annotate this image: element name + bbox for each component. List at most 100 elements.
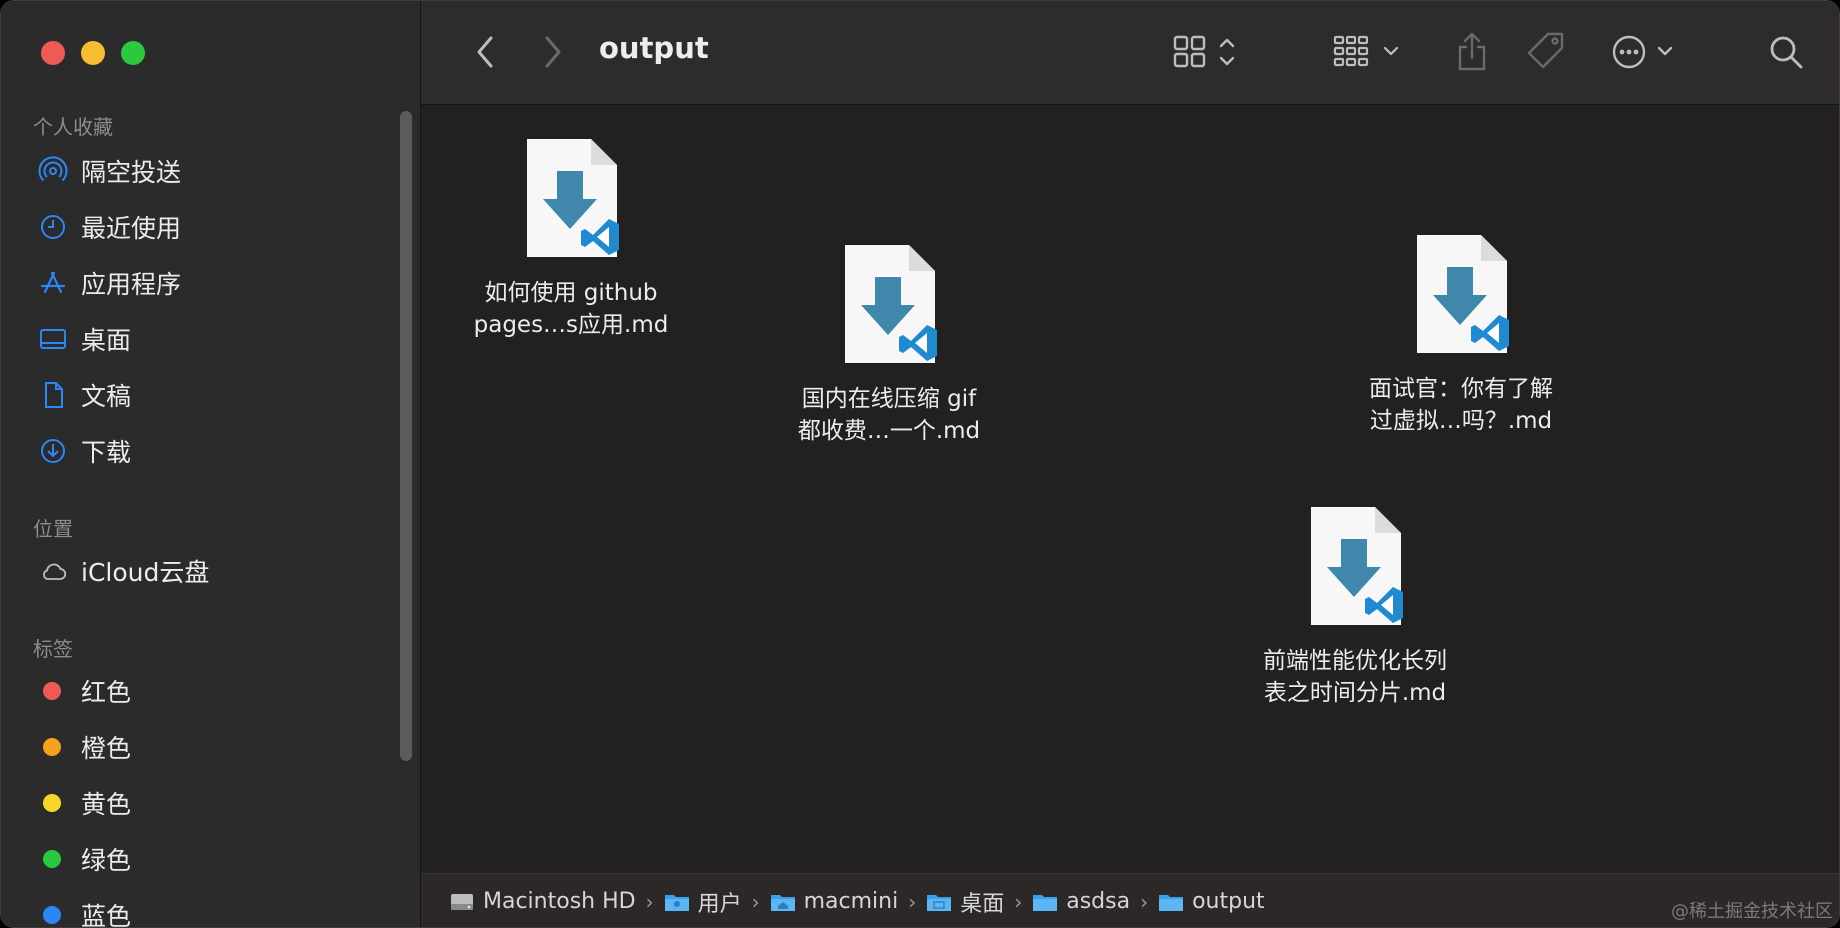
folder-icon: [1159, 894, 1184, 911]
minimize-window-button[interactable]: [81, 41, 105, 65]
airdrop-icon: [37, 155, 69, 187]
path-item-output[interactable]: output: [1158, 889, 1265, 914]
file-item[interactable]: 前端性能优化长列 表之时间分片.md: [1235, 503, 1475, 709]
file-item[interactable]: 面试官：你有了解 过虚拟…吗？.md: [1341, 231, 1581, 437]
cloud-icon: [37, 555, 69, 587]
sidebar-item-label: 绿色: [81, 846, 132, 875]
sidebar-item-label: 下载: [81, 438, 132, 467]
path-item-label: output: [1192, 889, 1265, 914]
forward-button[interactable]: [533, 29, 573, 75]
file-item[interactable]: 国内在线压缩 gif 都收费…一个.md: [769, 241, 1009, 447]
sidebar-tag-green[interactable]: 绿色: [37, 837, 377, 881]
markdown-file-icon: [1301, 503, 1409, 631]
file-item[interactable]: 如何使用 github pages…s应用.md: [451, 135, 691, 341]
icon-grid-view-icon: [1173, 35, 1235, 68]
sidebar-item-label: 红色: [81, 678, 132, 707]
sidebar-item-label: 黄色: [81, 790, 132, 819]
maximize-window-button[interactable]: [121, 41, 145, 65]
sidebar-tag-orange[interactable]: 橙色: [37, 725, 377, 769]
path-item-label: 用户: [697, 891, 742, 917]
tag-yellow-dot-icon: [43, 794, 61, 812]
folder-users-icon: [664, 894, 689, 911]
path-item-asdsa[interactable]: asdsa: [1032, 889, 1130, 914]
group-icon: [1333, 35, 1399, 67]
download-icon: [37, 435, 69, 467]
sidebar-item-downloads[interactable]: 下载: [37, 429, 377, 473]
toolbar: output: [421, 1, 1839, 105]
sidebar-item-label: 蓝色: [81, 902, 132, 928]
path-separator: ›: [1140, 889, 1149, 914]
path-item-macintosh-hd[interactable]: Macintosh HD: [449, 889, 636, 914]
path-item-label: asdsa: [1066, 889, 1131, 914]
sidebar-tag-blue[interactable]: 蓝色: [37, 893, 377, 928]
search-button[interactable]: [1761, 29, 1811, 75]
path-item-users[interactable]: 用户: [664, 886, 742, 918]
tag-green-dot-icon: [43, 850, 61, 868]
folder-desktop-icon: [927, 894, 952, 911]
sidebar-item-airdrop[interactable]: 隔空投送: [37, 149, 377, 193]
chevron-right-icon: [545, 36, 561, 68]
sidebar-item-documents[interactable]: 文稿: [37, 373, 377, 417]
path-item-label: Macintosh HD: [483, 889, 636, 914]
sidebar-item-recents[interactable]: 最近使用: [37, 205, 377, 249]
tag-red-dot-icon: [43, 682, 61, 700]
tag-blue-dot-icon: [43, 906, 61, 924]
file-name: 如何使用 github pages…s应用.md: [473, 280, 669, 338]
sidebar-item-desktop[interactable]: 桌面: [37, 317, 377, 361]
view-mode-button[interactable]: [1169, 29, 1249, 75]
close-window-button[interactable]: [41, 41, 65, 65]
path-item-desktop[interactable]: 桌面: [926, 886, 1004, 918]
path-separator: ›: [751, 889, 760, 914]
group-by-button[interactable]: [1329, 29, 1409, 75]
window-controls: [41, 41, 145, 65]
locations-section-title: 位置: [33, 517, 73, 541]
tags-section-title: 标签: [33, 637, 73, 661]
path-separator: ›: [908, 889, 917, 914]
sidebar-item-label: 橙色: [81, 734, 132, 763]
sidebar-item-label: 应用程序: [81, 270, 182, 299]
file-name: 面试官：你有了解 过虚拟…吗？.md: [1369, 376, 1553, 434]
sidebar-item-label: 文稿: [81, 382, 132, 411]
desktop-icon: [37, 323, 69, 355]
finder-window: 个人收藏 隔空投送 最近使用 应用程序 桌面 文稿 下载 位置 iCloud云盘…: [0, 0, 1840, 928]
folder-home-icon: [770, 894, 795, 911]
favorites-section-title: 个人收藏: [33, 115, 113, 139]
markdown-file-icon: [517, 135, 625, 263]
file-icon-view: 如何使用 github pages…s应用.md 国内在线压缩 gif 都收费……: [421, 105, 1839, 873]
sidebar-item-applications[interactable]: 应用程序: [37, 261, 377, 305]
sidebar-tag-yellow[interactable]: 黄色: [37, 781, 377, 825]
ellipsis-circle-icon: [1612, 35, 1673, 69]
sidebar-item-icloud[interactable]: iCloud云盘: [37, 549, 377, 593]
document-icon: [37, 379, 69, 411]
path-item-label: macmini: [803, 889, 899, 914]
markdown-file-icon: [1407, 231, 1515, 359]
more-actions-button[interactable]: [1607, 29, 1687, 75]
sidebar-item-label: iCloud云盘: [81, 558, 210, 587]
path-separator: ›: [645, 889, 654, 914]
sidebar: 个人收藏 隔空投送 最近使用 应用程序 桌面 文稿 下载 位置 iCloud云盘…: [1, 1, 421, 928]
tag-orange-dot-icon: [43, 738, 61, 756]
back-button[interactable]: [465, 29, 505, 75]
sidebar-item-label: 最近使用: [81, 214, 182, 243]
window-title: output: [599, 31, 709, 65]
path-item-label: 桌面: [960, 891, 1005, 917]
file-name: 前端性能优化长列 表之时间分片.md: [1263, 648, 1447, 706]
hard-drive-icon: [451, 893, 473, 910]
path-item-macmini[interactable]: macmini: [770, 889, 899, 914]
sidebar-tag-red[interactable]: 红色: [37, 669, 377, 713]
sidebar-item-label: 桌面: [81, 326, 132, 355]
applications-icon: [37, 267, 69, 299]
search-icon: [1770, 36, 1803, 69]
watermark: @稀土掘金技术社区: [1671, 901, 1833, 922]
markdown-file-icon: [835, 241, 943, 369]
folder-icon: [1033, 894, 1058, 911]
tag-icon: [1527, 32, 1564, 69]
share-icon: [1458, 32, 1486, 71]
tag-button[interactable]: [1521, 29, 1571, 75]
share-button[interactable]: [1447, 29, 1497, 75]
chevron-left-icon: [477, 36, 493, 68]
path-bar: Macintosh HD › 用户 › macmini › 桌面 › asdsa…: [421, 873, 1839, 927]
sidebar-scrollbar[interactable]: [400, 111, 412, 761]
file-name: 国内在线压缩 gif 都收费…一个.md: [797, 386, 981, 444]
sidebar-item-label: 隔空投送: [81, 158, 182, 187]
